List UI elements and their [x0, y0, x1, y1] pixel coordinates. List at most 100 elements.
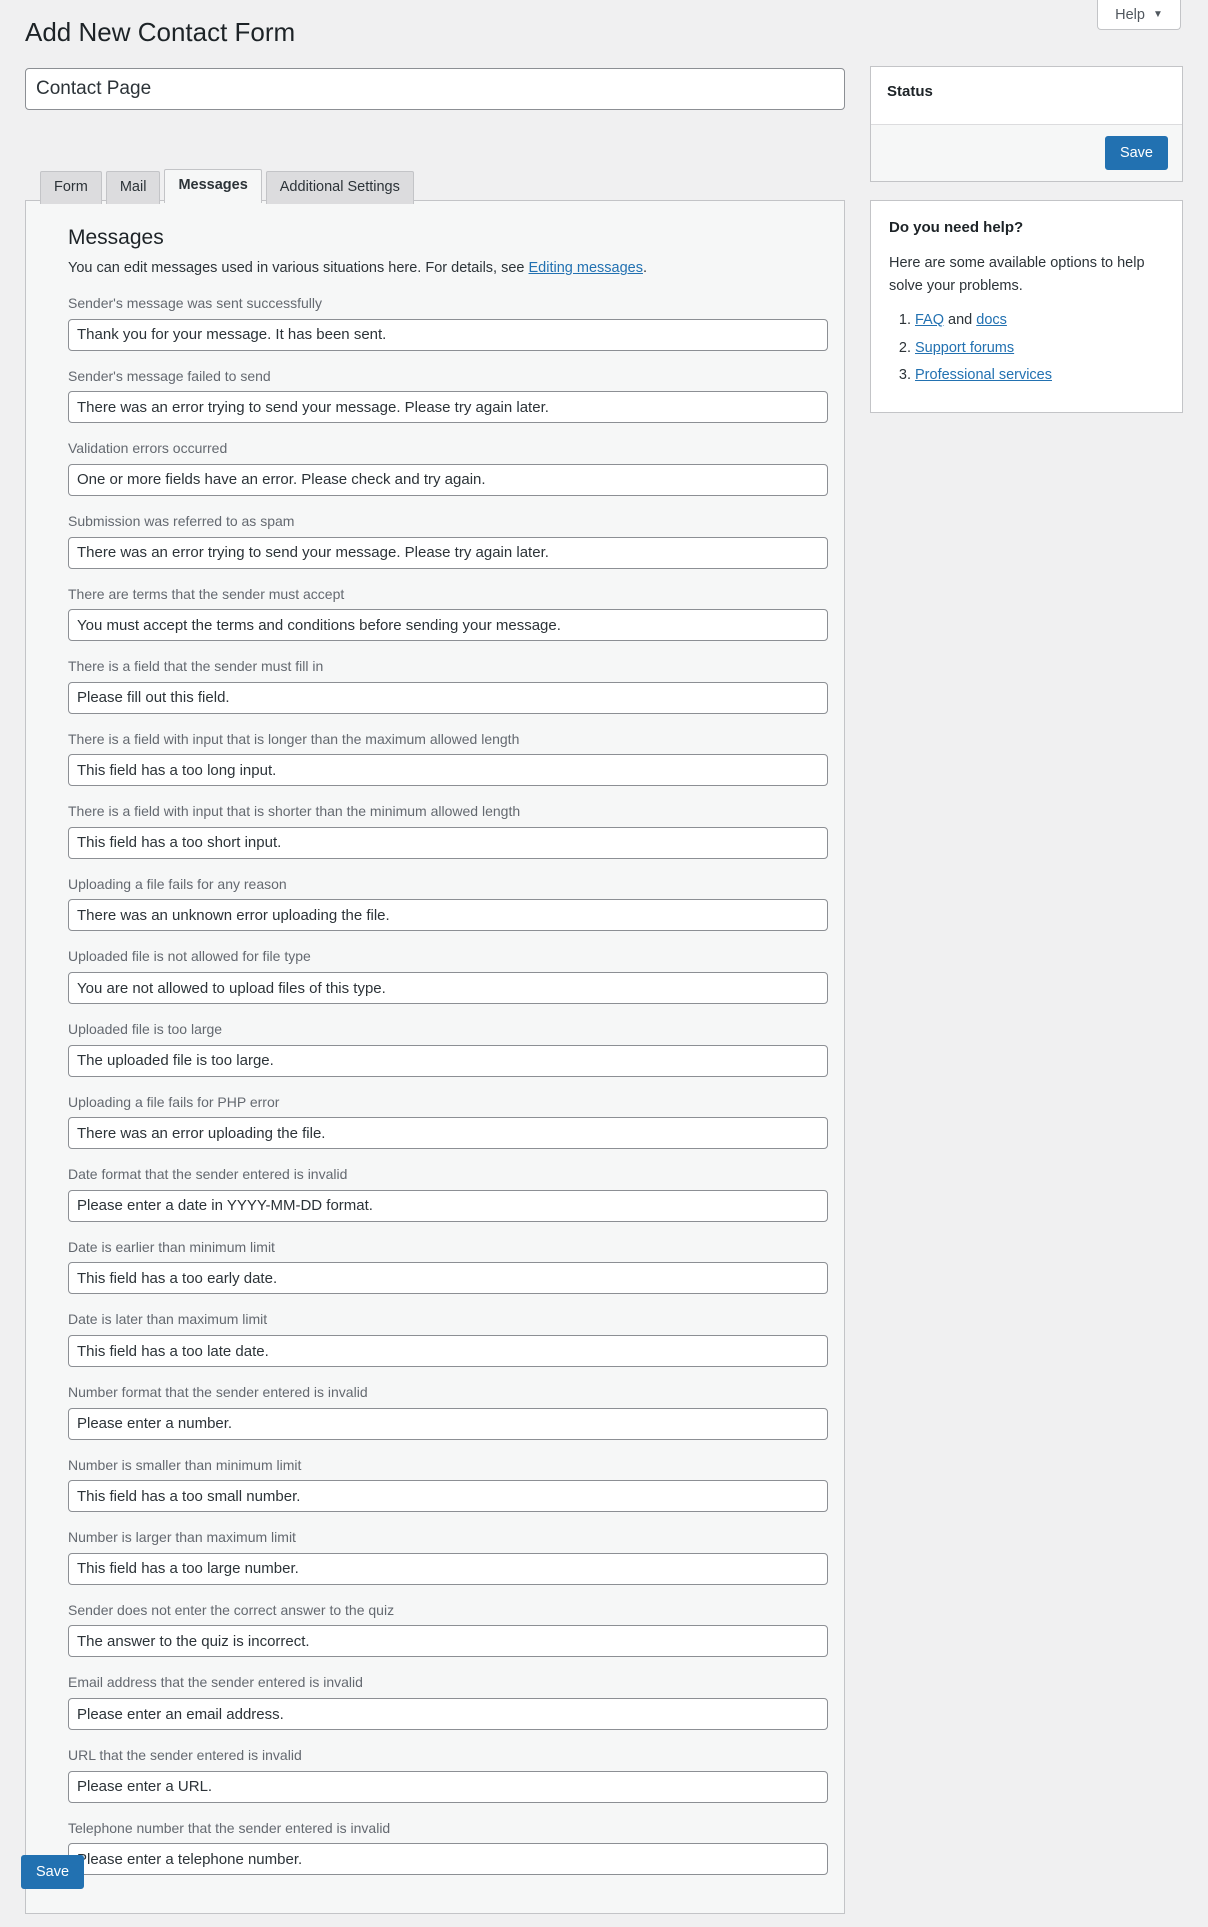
message-field-input[interactable]: [68, 1552, 828, 1585]
messages-description: You can edit messages used in various si…: [68, 258, 822, 280]
message-field-input[interactable]: [68, 391, 828, 424]
message-field-row: Email address that the sender entered is…: [68, 1673, 828, 1731]
message-field-input[interactable]: [68, 1625, 828, 1658]
message-field-row: There is a field with input that is long…: [68, 730, 828, 787]
message-field-input[interactable]: [68, 1698, 828, 1731]
message-field-input[interactable]: [68, 1117, 828, 1150]
status-box-footer: Save: [871, 124, 1182, 182]
message-field-label: Uploaded file is not allowed for file ty…: [68, 948, 311, 965]
message-field-input[interactable]: [68, 1335, 828, 1368]
tab-messages[interactable]: Messages: [164, 169, 262, 204]
message-field-row: Uploading a file fails for any reason: [68, 875, 828, 932]
message-field-input[interactable]: [68, 972, 828, 1005]
message-field-row: Number format that the sender entered is…: [68, 1383, 828, 1440]
help-button-label: Help: [1115, 6, 1145, 23]
status-box-body: Status: [871, 67, 1182, 124]
status-box: Status Save: [870, 66, 1183, 183]
help-link-secondary[interactable]: docs: [976, 312, 1007, 328]
help-list-item: Professional services: [915, 364, 1164, 386]
message-field-label: There is a field with input that is long…: [68, 730, 520, 747]
message-field-row: Number is larger than maximum limit: [68, 1528, 828, 1585]
message-field-row: There are terms that the sender must acc…: [68, 585, 828, 642]
messages-description-prefix: You can edit messages used in various si…: [68, 260, 529, 277]
message-field-label: There is a field that the sender must fi…: [68, 658, 324, 675]
help-link[interactable]: Support forums: [915, 340, 1014, 356]
message-field-input[interactable]: [68, 826, 828, 859]
message-field-row: Uploading a file fails for PHP error: [68, 1093, 828, 1150]
message-field-row: Sender's message was sent successfully: [68, 294, 828, 351]
tab-label: Form: [54, 179, 88, 195]
bottom-save-button[interactable]: Save: [21, 1855, 85, 1890]
message-field-row: There is a field that the sender must fi…: [68, 657, 828, 714]
message-field-row: Submission was referred to as spam: [68, 512, 828, 569]
message-field-input[interactable]: [68, 1843, 828, 1876]
help-dropdown-button[interactable]: Help ▼: [1097, 0, 1181, 30]
messages-description-suffix: .: [642, 260, 647, 277]
message-field-row: URL that the sender entered is invalid: [68, 1746, 828, 1803]
sidebar: Status Save Do you need help? Here are s…: [870, 66, 1183, 431]
message-field-label: Uploading a file fails for PHP error: [68, 1093, 280, 1110]
message-field-row: Telephone number that the sender entered…: [68, 1819, 828, 1876]
message-field-input[interactable]: [68, 1770, 828, 1803]
message-field-label: Number format that the sender entered is…: [68, 1384, 368, 1401]
message-field-label: Validation errors occurred: [68, 440, 228, 457]
message-field-input[interactable]: [68, 1262, 828, 1295]
tab-bar: Form Mail Messages Additional Settings: [40, 169, 418, 205]
page-title: Add New Contact Form: [25, 17, 296, 47]
help-box-body: Do you need help? Here are some availabl…: [871, 201, 1182, 411]
message-field-input[interactable]: [68, 1407, 828, 1440]
message-field-label: URL that the sender entered is invalid: [68, 1747, 302, 1764]
message-field-label: Date is later than maximum limit: [68, 1311, 268, 1328]
message-field-label: There are terms that the sender must acc…: [68, 585, 345, 602]
form-title-input[interactable]: [25, 68, 845, 110]
message-field-input[interactable]: [68, 1189, 828, 1222]
message-field-input[interactable]: [68, 899, 828, 932]
message-field-label: Sender's message failed to send: [68, 367, 271, 384]
message-field-label: Date is earlier than minimum limit: [68, 1238, 275, 1255]
tab-mail[interactable]: Mail: [105, 171, 161, 205]
message-field-label: Uploaded file is too large: [68, 1021, 223, 1038]
tab-label: Mail: [119, 179, 147, 195]
help-link-separator: and: [944, 312, 977, 329]
message-field-input[interactable]: [68, 318, 828, 351]
message-field-input[interactable]: [68, 536, 828, 569]
editing-messages-link[interactable]: Editing messages: [529, 260, 643, 276]
message-field-row: Sender does not enter the correct answer…: [68, 1601, 828, 1658]
messages-heading: Messages: [68, 226, 164, 249]
sidebar-save-button[interactable]: Save: [1104, 136, 1168, 171]
message-field-row: Date is earlier than minimum limit: [68, 1238, 828, 1295]
message-field-row: Uploaded file is too large: [68, 1020, 828, 1077]
message-field-input[interactable]: [68, 1480, 828, 1513]
tab-label: Additional Settings: [279, 179, 400, 195]
tab-label: Messages: [178, 177, 248, 193]
message-field-label: Number is larger than maximum limit: [68, 1529, 296, 1546]
message-field-label: Sender's message was sent successfully: [68, 295, 323, 312]
message-field-input[interactable]: [68, 609, 828, 642]
message-field-input[interactable]: [68, 463, 828, 496]
message-field-row: Date is later than maximum limit: [68, 1310, 828, 1368]
help-list-item: Support forums: [915, 337, 1164, 359]
message-field-input[interactable]: [68, 681, 828, 714]
message-field-label: Sender does not enter the correct answer…: [68, 1601, 395, 1618]
message-field-row: Validation errors occurred: [68, 439, 828, 496]
messages-panel: Messages You can edit messages used in v…: [25, 200, 845, 1915]
help-box-text: Here are some available options to help …: [889, 255, 1145, 294]
message-field-row: Sender's message failed to send: [68, 367, 828, 424]
message-field-label: Submission was referred to as spam: [68, 512, 295, 529]
status-box-title: Status: [887, 83, 933, 100]
message-field-input[interactable]: [68, 1044, 828, 1077]
help-link[interactable]: FAQ: [915, 312, 944, 328]
message-field-label: There is a field with input that is shor…: [68, 803, 521, 820]
message-field-label: Email address that the sender entered is…: [68, 1674, 363, 1691]
tab-form[interactable]: Form: [40, 171, 102, 205]
message-field-row: Date format that the sender entered is i…: [68, 1165, 828, 1222]
message-field-row: Uploaded file is not allowed for file ty…: [68, 947, 828, 1005]
help-link[interactable]: Professional services: [915, 367, 1052, 383]
message-field-row: Number is smaller than minimum limit: [68, 1456, 828, 1513]
help-box: Do you need help? Here are some availabl…: [870, 200, 1183, 413]
message-field-label: Date format that the sender entered is i…: [68, 1166, 348, 1183]
tab-additional-settings[interactable]: Additional Settings: [265, 171, 414, 205]
message-fields-list: Sender's message was sent successfully Se…: [48, 294, 828, 1876]
message-field-input[interactable]: [68, 754, 828, 787]
message-field-label: Number is smaller than minimum limit: [68, 1456, 302, 1473]
